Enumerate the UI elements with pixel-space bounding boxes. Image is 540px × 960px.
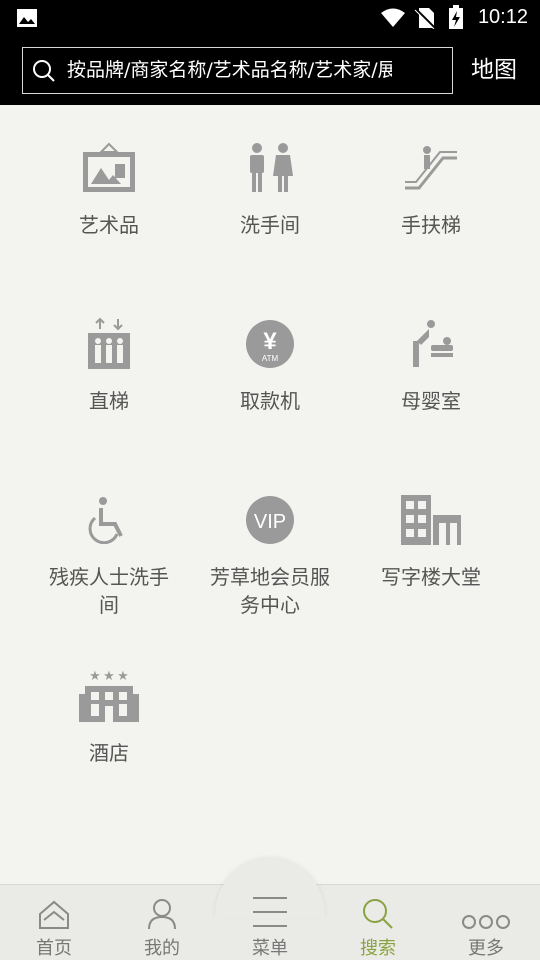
svg-text:★: ★ bbox=[89, 669, 101, 684]
tab-more[interactable]: 更多 bbox=[432, 884, 540, 960]
atm-icon: ¥ ATM bbox=[235, 311, 305, 377]
hotel-icon: ★ ★ ★ bbox=[74, 663, 144, 729]
category-restroom[interactable]: 洗手间 bbox=[190, 105, 350, 239]
category-label: 写字楼大堂 bbox=[381, 565, 481, 589]
accessible-icon bbox=[74, 487, 144, 553]
category-elevator[interactable]: 直梯 bbox=[29, 281, 189, 415]
tab-label: 首页 bbox=[36, 938, 72, 959]
category-atm[interactable]: ¥ ATM 取款机 bbox=[190, 281, 350, 415]
svg-text:★: ★ bbox=[103, 669, 115, 684]
search-header: 按品牌/商家名称/艺术品名称/艺术家/展 地图 bbox=[0, 36, 540, 105]
escalator-icon bbox=[396, 135, 466, 201]
category-label: 艺术品 bbox=[79, 213, 139, 237]
category-escalator[interactable]: 手扶梯 bbox=[351, 105, 511, 239]
category-label: 手扶梯 bbox=[401, 213, 461, 237]
image-notification-icon bbox=[17, 9, 37, 27]
tab-search[interactable]: 搜索 bbox=[324, 884, 432, 960]
category-label: 酒店 bbox=[89, 741, 129, 765]
tab-profile[interactable]: 我的 bbox=[108, 884, 216, 960]
category-label: 母婴室 bbox=[401, 389, 461, 413]
office-building-icon bbox=[396, 487, 466, 553]
restroom-icon bbox=[235, 135, 305, 201]
category-accessible-restroom[interactable]: 残疾人士洗手间 bbox=[29, 457, 189, 619]
svg-text:¥: ¥ bbox=[263, 328, 277, 355]
svg-text:★: ★ bbox=[117, 669, 129, 684]
svg-text:VIP: VIP bbox=[254, 511, 286, 533]
category-hotel[interactable]: ★ ★ ★ 酒店 bbox=[29, 633, 189, 767]
category-label: 芳草地会员服务中心 bbox=[210, 565, 330, 617]
category-label: 直梯 bbox=[89, 389, 129, 413]
tab-label: 更多 bbox=[468, 938, 504, 959]
status-time: 10:12 bbox=[477, 6, 528, 28]
user-icon bbox=[108, 884, 216, 930]
search-icon bbox=[33, 60, 55, 82]
battery-charging-icon bbox=[449, 5, 463, 29]
category-baby-care[interactable]: 母婴室 bbox=[351, 281, 511, 415]
tab-label: 我的 bbox=[144, 938, 180, 959]
map-button[interactable]: 地图 bbox=[463, 48, 525, 92]
category-artwork[interactable]: 艺术品 bbox=[29, 105, 189, 239]
search-icon bbox=[324, 884, 432, 930]
tab-menu[interactable]: 菜单 bbox=[216, 884, 324, 960]
search-placeholder: 按品牌/商家名称/艺术品名称/艺术家/展 bbox=[67, 59, 392, 81]
category-label: 残疾人士洗手间 bbox=[49, 565, 169, 617]
elevator-icon bbox=[74, 311, 144, 377]
category-vip-center[interactable]: VIP 芳草地会员服务中心 bbox=[190, 457, 350, 619]
tab-label: 菜单 bbox=[252, 938, 288, 959]
tab-home[interactable]: 首页 bbox=[0, 884, 108, 960]
category-office-lobby[interactable]: 写字楼大堂 bbox=[351, 457, 511, 591]
status-bar: 10:12 bbox=[0, 0, 540, 36]
more-icon bbox=[432, 884, 540, 930]
no-sim-icon bbox=[414, 8, 436, 29]
category-label: 取款机 bbox=[240, 389, 300, 413]
tab-label: 搜索 bbox=[360, 938, 396, 959]
menu-icon bbox=[216, 884, 324, 930]
baby-care-icon bbox=[396, 311, 466, 377]
artwork-icon bbox=[74, 135, 144, 201]
home-icon bbox=[0, 884, 108, 930]
category-label: 洗手间 bbox=[240, 213, 300, 237]
svg-text:ATM: ATM bbox=[262, 354, 279, 363]
search-input[interactable]: 按品牌/商家名称/艺术品名称/艺术家/展 bbox=[22, 47, 453, 94]
wifi-icon bbox=[381, 8, 405, 27]
vip-icon: VIP bbox=[235, 487, 305, 553]
